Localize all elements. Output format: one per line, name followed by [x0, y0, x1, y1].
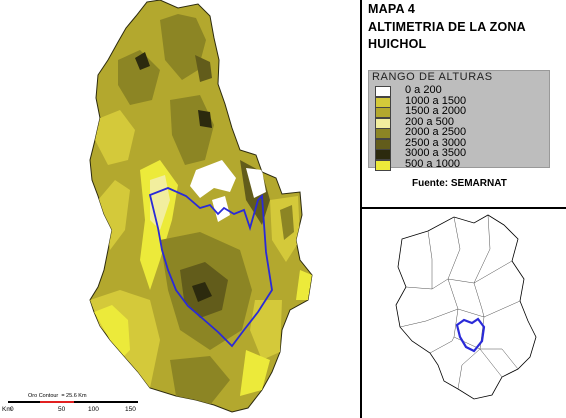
legend-title: RANGO DE ALTURAS	[372, 71, 493, 83]
source-credit: Fuente: SEMARNAT	[412, 178, 507, 189]
legend-item: 500 a 1000	[375, 157, 545, 171]
scale-bar: Oro Contour = 25.6 Km Km 0 50 100 150	[0, 393, 142, 418]
altitude-map	[89, 0, 313, 413]
scale-tick-50: 50	[58, 406, 66, 413]
state-outline	[395, 214, 537, 400]
scale-tick-0: 0	[10, 406, 14, 413]
map-title-line2: ALTIMETRIA DE LA ZONA	[368, 20, 526, 34]
altitude-map-panel: Oro Contour = 25.6 Km Km 0 50 100 150	[0, 0, 360, 418]
map-title-line1: MAPA 4	[368, 2, 416, 16]
legend-swatch	[375, 159, 391, 171]
locator-inset-map	[395, 214, 537, 400]
legend-item: 1500 a 2000	[375, 105, 545, 118]
map-title-line3: HUICHOL	[368, 37, 427, 51]
scale-title: Oro Contour = 25.6 Km	[28, 393, 87, 399]
altitude-legend: RANGO DE ALTURAS 0 a 200 1000 a 1500 150…	[368, 70, 550, 171]
scale-bar-segment	[40, 401, 74, 403]
scale-tick-150: 150	[125, 406, 136, 413]
legend-label: 500 a 1000	[405, 157, 461, 170]
scale-tick-100: 100	[88, 406, 99, 413]
